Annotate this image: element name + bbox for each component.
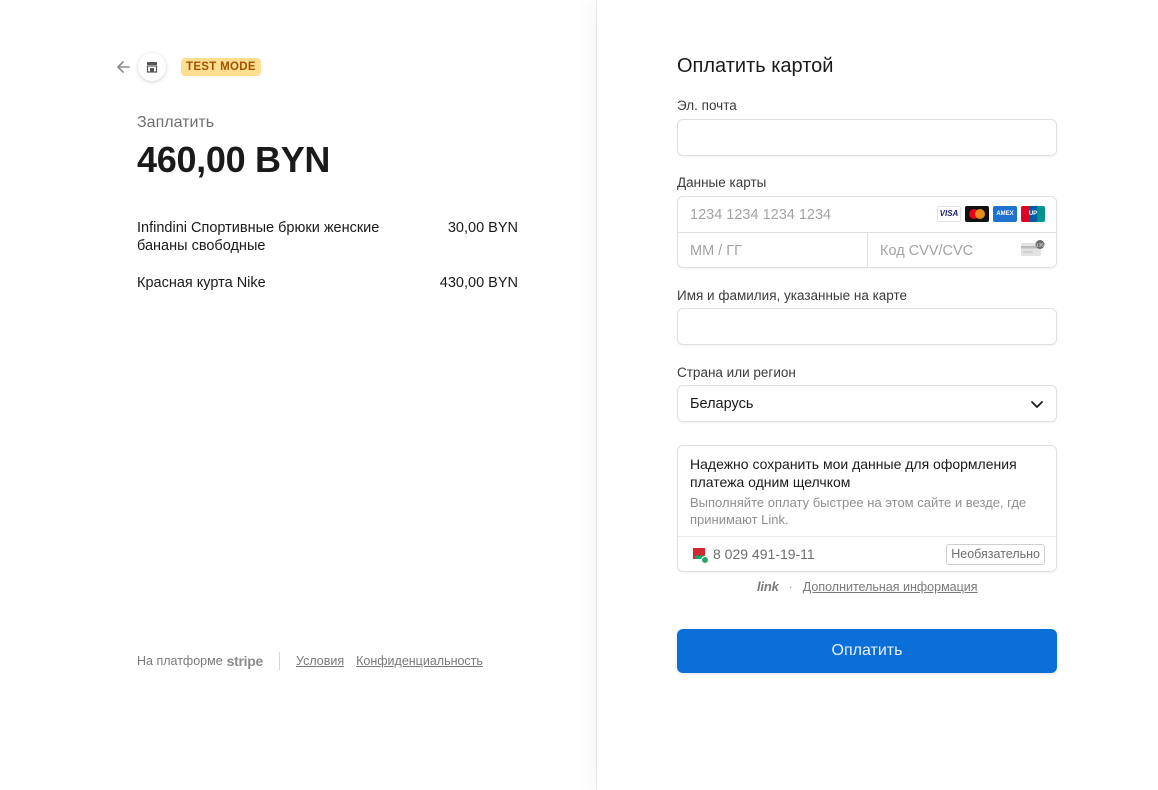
visa-icon: VISA <box>937 206 961 222</box>
cardholder-name-field[interactable] <box>677 308 1057 345</box>
line-item-price: 30,00 BYN <box>447 220 518 236</box>
line-item: Infindini Спортивные брюки женские банан… <box>137 219 518 255</box>
store-logo[interactable] <box>138 53 166 81</box>
store-icon <box>146 62 158 73</box>
line-item: Красная курта Nike 430,00 BYN <box>137 274 518 292</box>
cvc-card-icon: 135 <box>1021 240 1045 256</box>
order-summary-panel: TEST MODE Заплатить 460,00 BYN Infindini… <box>0 0 596 790</box>
footer-divider <box>278 652 280 670</box>
form-title: Оплатить картой <box>677 55 834 77</box>
mastercard-icon <box>965 206 989 222</box>
stripe-logo[interactable]: stripe <box>227 653 264 669</box>
link-save-box: Надежно сохранить мои данные для оформле… <box>677 445 1057 572</box>
separator-dot: · <box>788 579 793 594</box>
link-logo: link <box>757 579 779 594</box>
country-select[interactable]: Беларусь <box>677 385 1057 422</box>
footer: На платформе stripe Условия Конфиденциал… <box>137 652 495 670</box>
card-number-input[interactable]: 1234 1234 1234 1234 <box>690 207 831 223</box>
terms-link[interactable]: Условия <box>296 654 344 668</box>
expiry-input[interactable]: ММ / ГГ <box>690 243 742 259</box>
card-details-group: 1234 1234 1234 1234 VISA AMEX UP ММ / ГГ… <box>677 196 1057 268</box>
pay-button[interactable]: Оплатить <box>677 629 1057 673</box>
total-amount: 460,00 BYN <box>137 139 331 180</box>
optional-badge: Необязательно <box>946 544 1045 565</box>
card-details-label: Данные карты <box>677 175 767 190</box>
line-item-price: 430,00 BYN <box>439 275 518 291</box>
cardholder-name-label: Имя и фамилия, указанные на карте <box>677 288 908 303</box>
link-save-description: Выполняйте оплату быстрее на этом сайте … <box>690 495 1027 527</box>
country-label: Страна или регион <box>677 365 796 380</box>
pay-label: Заплатить <box>137 114 215 131</box>
email-label: Эл. почта <box>677 98 737 113</box>
privacy-link[interactable]: Конфиденциальность <box>356 654 483 668</box>
cvc-input[interactable]: Код CVV/CVC <box>880 243 973 259</box>
email-field[interactable] <box>677 119 1057 156</box>
chevron-down-icon <box>1031 401 1043 408</box>
payment-form-panel: Оплатить картой Эл. почта Данные карты 1… <box>597 0 1158 790</box>
link-save-title: Надежно сохранить мои данные для оформле… <box>690 456 1017 490</box>
line-item-name: Красная курта Nike <box>137 275 266 291</box>
amex-icon: AMEX <box>993 206 1017 222</box>
arrow-left-icon[interactable] <box>114 58 132 76</box>
more-info-link[interactable]: Дополнительная информация <box>803 580 978 594</box>
phone-input[interactable]: 8 029 491-19-11 <box>713 546 815 562</box>
test-mode-badge: TEST MODE <box>181 58 261 76</box>
check-icon <box>701 556 709 564</box>
country-value: Беларусь <box>690 396 754 412</box>
link-footer: link · Дополнительная информация <box>757 579 978 594</box>
svg-text:135: 135 <box>1036 242 1044 247</box>
unionpay-icon: UP <box>1021 206 1045 222</box>
line-item-name: Infindini Спортивные брюки женские банан… <box>137 220 380 254</box>
powered-by-text: На платформе <box>137 654 223 668</box>
